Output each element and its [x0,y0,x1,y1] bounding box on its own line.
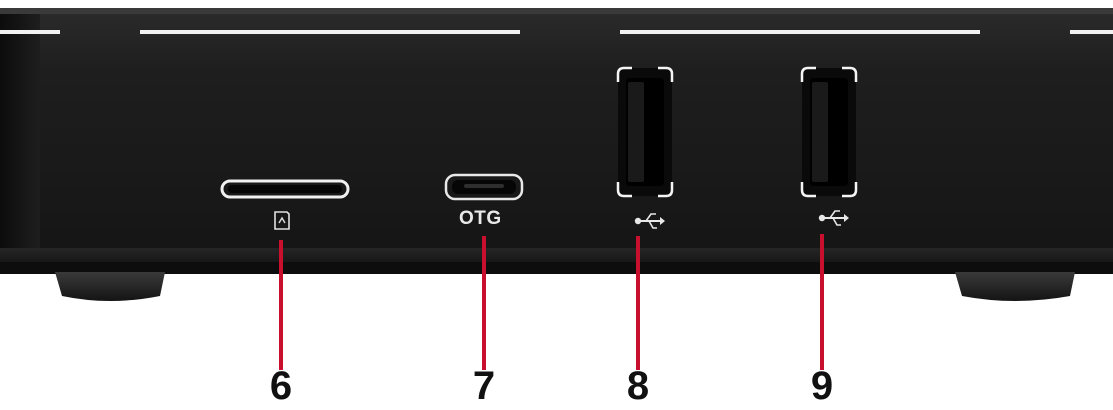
callout-number-9: 9 [810,364,834,408]
callout-number-8: 8 [626,364,650,408]
highlight-strip-4 [1070,30,1113,34]
usb-port-1[interactable] [616,66,674,198]
highlight-strip-1 [0,30,60,34]
usb-port-2[interactable] [800,66,858,198]
left-foot [55,272,165,301]
otg-label: OTG [459,208,502,229]
right-foot [955,272,1075,301]
device-body [0,8,1113,263]
device-body-left-edge [0,8,40,263]
callout-number-7: 7 [472,364,496,408]
highlight-strip-2 [140,30,520,34]
top-highlight [0,8,1113,14]
callout-number-6: 6 [269,364,293,408]
device-base-lip [0,262,1113,274]
device-front-view: OTG 6 7 8 9 [0,0,1113,410]
device-illustration [0,8,1113,370]
highlight-strip-3 [620,30,980,34]
